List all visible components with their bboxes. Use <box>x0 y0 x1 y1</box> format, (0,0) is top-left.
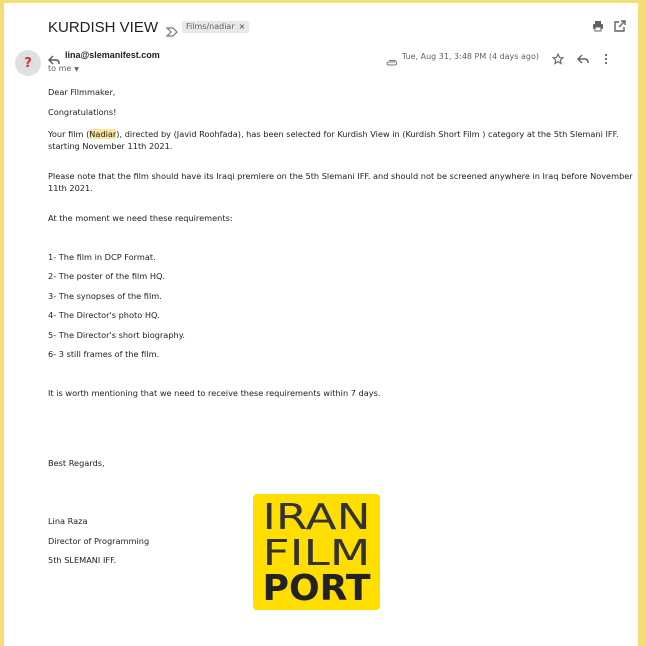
list-item: 3- The synopses of the film. <box>48 291 162 301</box>
email-subject: KURDISH VIEW <box>48 18 159 36</box>
paragraph-selection: Your film (Nadiar), directed by (Javid R… <box>48 129 619 140</box>
list-item: 2- The poster of the film HQ. <box>48 271 166 281</box>
signature-name: Lina Raza <box>48 516 88 526</box>
film-title-highlight: Nadiar <box>89 129 117 139</box>
recipient-line[interactable]: to me ▼ <box>48 64 79 73</box>
paragraph-premiere-line2: 11th 2021. <box>48 183 93 193</box>
paragraph-selection-line2: starting November 11th 2021. <box>48 141 173 151</box>
requirements-intro: At the moment we need these requirements… <box>48 213 233 223</box>
sender-email[interactable]: lina@slemanifest.com <box>65 50 160 60</box>
label-chip-text: Films/nadiar <box>186 22 235 31</box>
reply-arrow-icon <box>48 50 60 65</box>
recipient-text: to me <box>48 64 72 73</box>
important-marker-icon[interactable] <box>165 22 178 37</box>
iran-film-port-logo: IRAN FILM PORT <box>253 494 380 610</box>
logo-line-1: IRAN <box>263 497 371 538</box>
list-item: 1- The film in DCP Format. <box>48 252 156 262</box>
congratulations: Congratulations! <box>48 107 117 117</box>
list-item: 6- 3 still frames of the film. <box>48 349 160 359</box>
open-new-window-icon[interactable] <box>614 17 626 32</box>
deadline-note: It is worth mentioning that we need to r… <box>48 388 381 398</box>
subject-row: KURDISH VIEW Films/nadiar × <box>48 17 250 37</box>
signature-org: 5th SLEMANI IFF. <box>48 555 117 565</box>
sign-off: Best Regards, <box>48 458 105 468</box>
caret-down-icon[interactable]: ▼ <box>74 66 79 73</box>
logo-line-3: PORT <box>263 568 371 609</box>
label-remove-icon[interactable]: × <box>239 21 246 33</box>
message-meta: Tue, Aug 31, 3:48 PM (4 days ago) <box>385 50 612 66</box>
paragraph-premiere-line1: Please note that the film should have it… <box>48 171 633 181</box>
reply-icon[interactable] <box>577 50 589 64</box>
star-icon[interactable] <box>551 50 565 65</box>
list-item: 4- The Director's photo HQ. <box>48 310 161 320</box>
signature-title: Director of Programming <box>48 536 150 546</box>
thread-actions <box>592 17 626 32</box>
list-item: 5- The Director's short biography. <box>48 330 185 340</box>
print-icon[interactable] <box>592 17 604 32</box>
sender-row: lina@slemanifest.com <box>48 50 160 65</box>
attachment-icon <box>385 52 397 66</box>
p1-prefix: Your film ( <box>48 129 90 139</box>
label-chip-films-nadiar[interactable]: Films/nadiar × <box>182 21 250 33</box>
greeting: Dear Filmmaker, <box>48 87 116 97</box>
message-date: Tue, Aug 31, 3:48 PM (4 days ago) <box>401 51 539 61</box>
p1-suffix: ), directed by (Javid Roohfada), has bee… <box>116 129 619 139</box>
sender-avatar[interactable]: ? <box>15 50 41 76</box>
email-view: KURDISH VIEW Films/nadiar × ? lina@slema… <box>4 3 638 646</box>
more-vert-icon[interactable] <box>600 50 612 65</box>
